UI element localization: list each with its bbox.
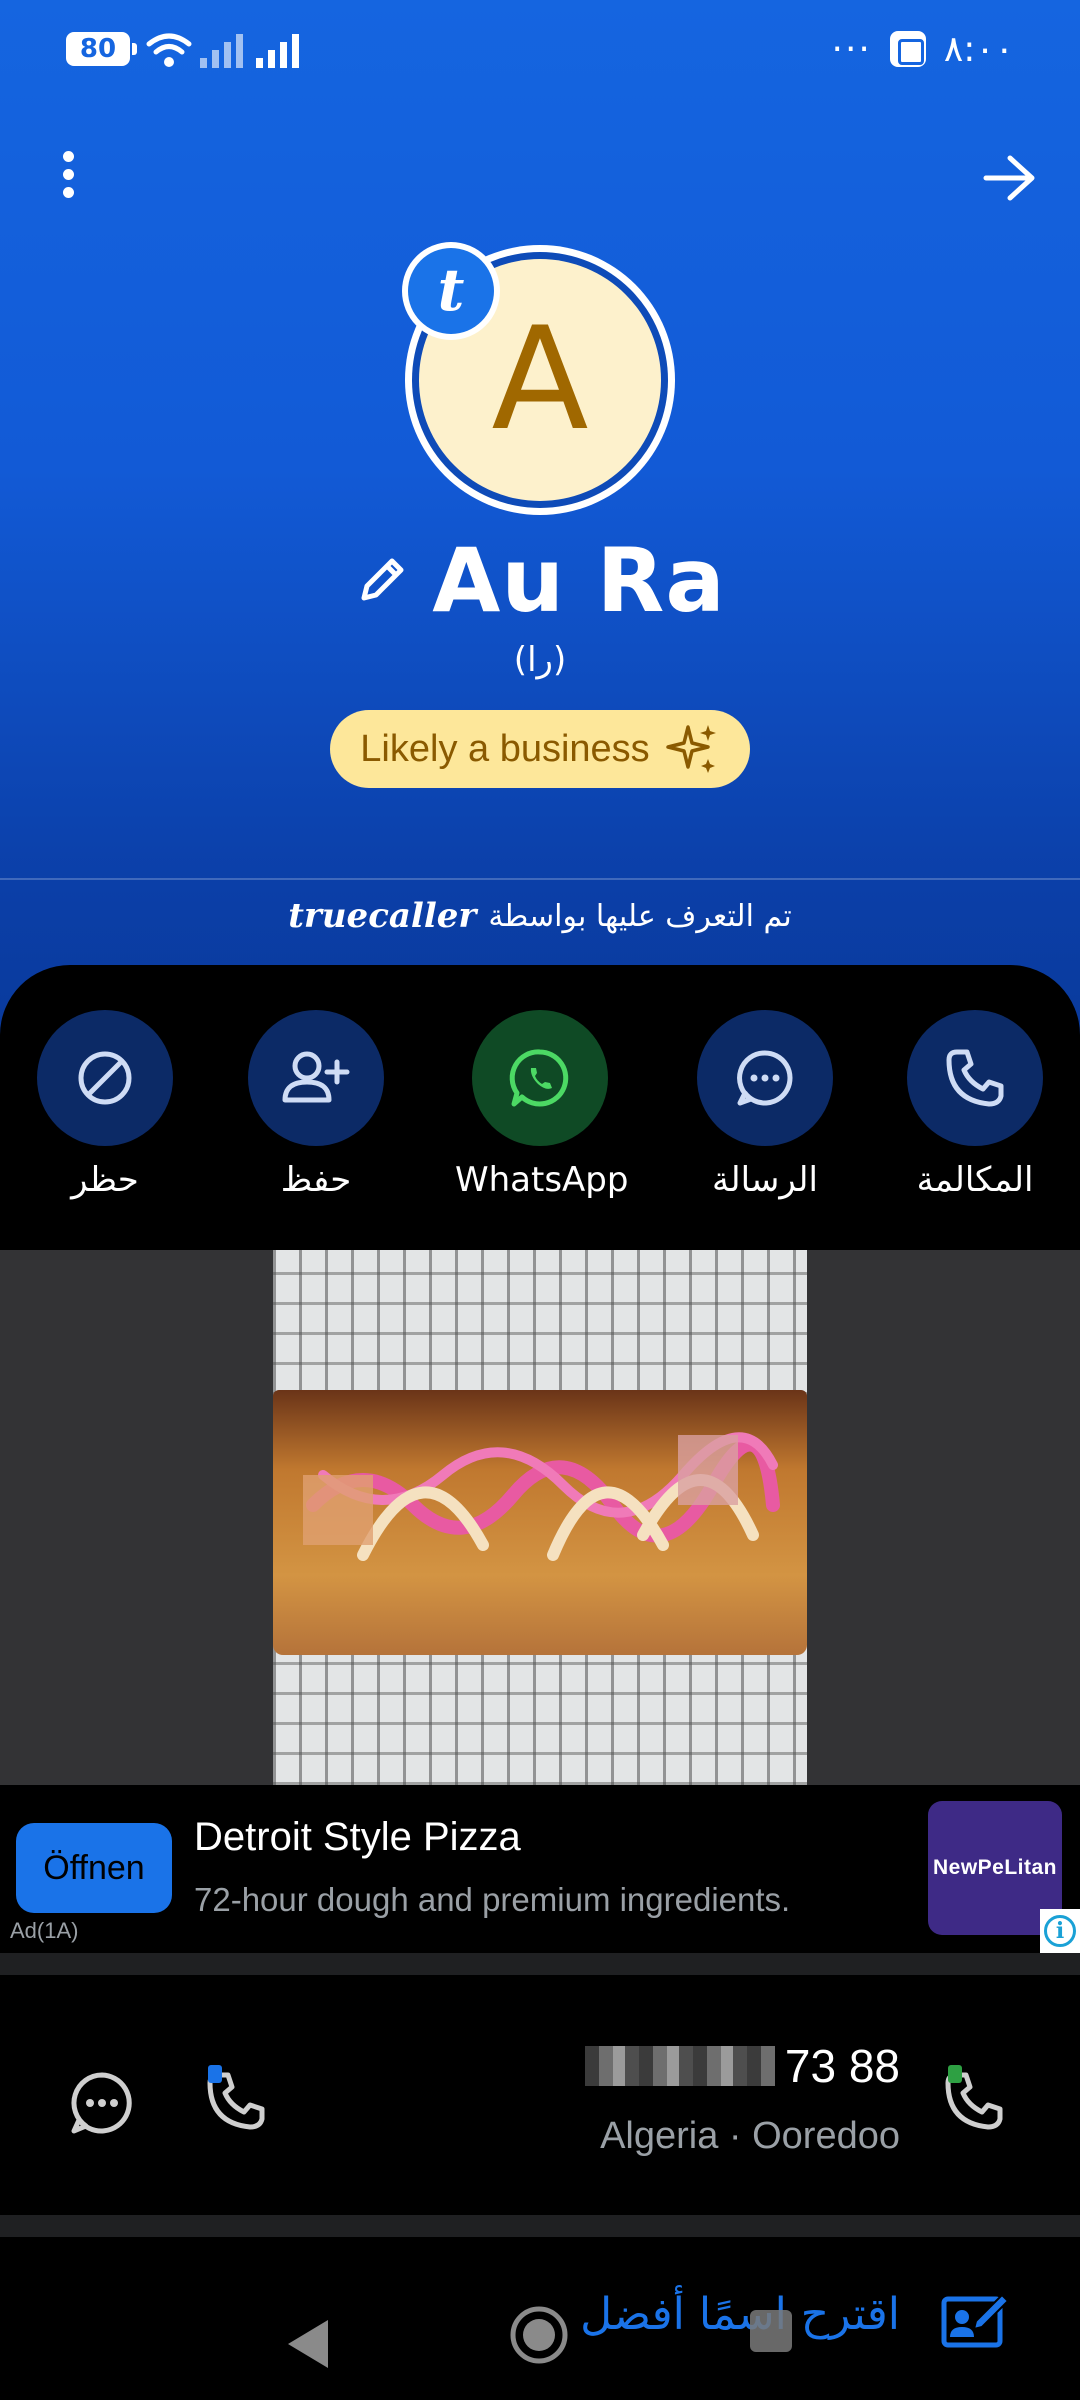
alt-name: (را) xyxy=(513,640,567,680)
divider xyxy=(0,878,1080,880)
phone-number[interactable]: 73 88 xyxy=(584,2039,900,2093)
signal-icon-sim1 xyxy=(200,34,243,68)
ad-description: 72-hour dough and premium ingredients. xyxy=(194,1881,791,1918)
message-label: الرسالة xyxy=(711,1160,818,1200)
save-button[interactable]: حفظ xyxy=(231,1010,401,1210)
ad-pizza-image[interactable] xyxy=(273,1250,807,1785)
signal-icon-sim2 xyxy=(256,34,299,68)
ad-title[interactable]: Detroit Style Pizza xyxy=(194,1815,521,1860)
redacted-number xyxy=(584,2046,775,2086)
nav-back-icon[interactable] xyxy=(284,2316,334,2372)
add-contact-icon xyxy=(282,1051,350,1103)
ad-open-button[interactable]: Öffnen xyxy=(16,1823,172,1913)
call-label: المكالمة xyxy=(916,1160,1034,1200)
ad-bar: Öffnen Detroit Style Pizza 72-hour dough… xyxy=(0,1785,1080,1953)
section-separator xyxy=(0,2215,1080,2237)
whatsapp-icon xyxy=(509,1049,569,1107)
status-right: ··· ٨:٠٠ xyxy=(832,24,1014,74)
sparkle-icon xyxy=(665,725,716,773)
status-time: ٨:٠٠ xyxy=(943,28,1014,70)
more-options-icon[interactable] xyxy=(48,145,88,209)
ad-label: Ad(1A) xyxy=(10,1918,79,1943)
block-button[interactable]: حظر xyxy=(20,1010,190,1210)
business-tag-label: Likely a business xyxy=(360,727,650,770)
suggest-name-label[interactable]: اقترح اسمًا أفضل xyxy=(580,2289,900,2340)
whatsapp-button[interactable]: WhatsApp xyxy=(455,1010,629,1210)
phone-carrier: Algeria · Ooredoo xyxy=(600,2115,900,2157)
ad-info-button[interactable]: i xyxy=(1040,1909,1080,1953)
status-dots: ··· xyxy=(831,28,872,70)
actions-panel: حظر حفظ WhatsApp الرسالة المكالمة xyxy=(0,965,1080,1250)
save-label: حفظ xyxy=(280,1160,352,1200)
block-label: حظر xyxy=(71,1160,139,1200)
notification-app-icon xyxy=(889,31,926,67)
phone-icon xyxy=(946,1049,1004,1107)
arrow-right-icon[interactable] xyxy=(980,150,1040,206)
block-icon xyxy=(78,1051,132,1105)
identified-by: truecaller تم التعرف عليها بواسطة xyxy=(0,896,1080,936)
message-icon[interactable] xyxy=(66,2067,138,2139)
edit-contact-icon[interactable] xyxy=(940,2289,1012,2353)
phone-number-visible: 73 88 xyxy=(784,2040,900,2092)
name-row: Au Ra xyxy=(0,528,1080,632)
info-icon: i xyxy=(1044,1915,1076,1947)
identified-text: تم التعرف عليها بواسطة xyxy=(488,898,792,934)
truecaller-logo: truecaller xyxy=(288,896,477,936)
call-sim2-icon[interactable] xyxy=(938,2063,1018,2143)
message-icon xyxy=(737,1050,793,1106)
wifi-icon xyxy=(146,33,192,67)
message-button[interactable]: الرسالة xyxy=(680,1010,850,1210)
nav-recents-icon[interactable] xyxy=(750,2310,792,2352)
nav-home-icon[interactable] xyxy=(508,2304,570,2366)
business-tag[interactable]: Likely a business xyxy=(330,710,750,788)
profile-header xyxy=(0,0,1080,1040)
call-button[interactable]: المكالمة xyxy=(890,1010,1060,1210)
status-bar: 80 ··· ٨:٠٠ xyxy=(0,0,1080,100)
phone-number-row[interactable]: 73 88 Algeria · Ooredoo xyxy=(0,1975,1080,2215)
truecaller-badge: t xyxy=(402,242,500,340)
ad-image-area[interactable] xyxy=(0,1250,1080,1785)
edit-pencil-icon[interactable] xyxy=(354,552,410,608)
call-sim1-icon[interactable] xyxy=(200,2063,280,2143)
contact-name: Au Ra xyxy=(432,528,726,632)
whatsapp-label: WhatsApp xyxy=(455,1160,629,1200)
section-separator xyxy=(0,1953,1080,1975)
battery-indicator: 80 xyxy=(66,32,137,66)
truecaller-badge-icon: t xyxy=(408,248,494,334)
